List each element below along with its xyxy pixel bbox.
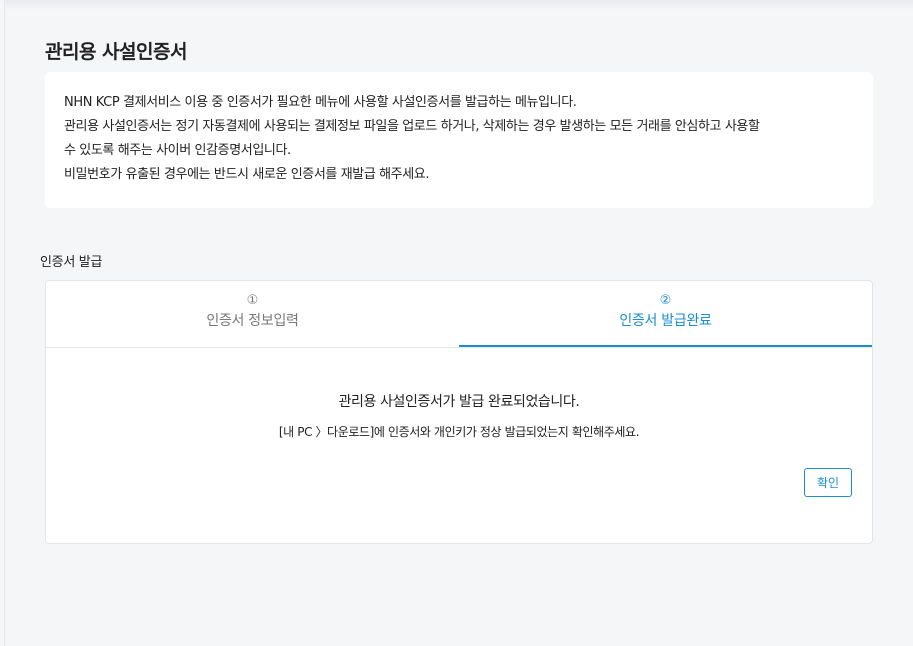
- info-line: 관리용 사설인증서는 정기 자동결제에 사용되는 결제정보 파일을 업로드 하거…: [64, 119, 760, 134]
- step-label: 인증서 정보입력: [206, 313, 299, 329]
- step-tabs: ① 인증서 정보입력 ② 인증서 발급완료: [46, 281, 872, 348]
- top-shadow: [5, 0, 913, 10]
- content-panel: 관리용 사설인증서 NHN KCP 결제서비스 이용 중 인증서가 필요한 메뉴…: [4, 0, 913, 646]
- section-label: 인증서 발급: [40, 255, 103, 270]
- result-message: 관리용 사설인증서가 발급 완료되었습니다.: [338, 394, 580, 410]
- step-label: 인증서 발급완료: [619, 313, 712, 329]
- info-line: 수 있도록 해주는 사이버 인감증명서입니다.: [64, 143, 291, 158]
- info-line: 비밀번호가 유출된 경우에는 반드시 새로운 인증서를 재발급 해주세요.: [64, 167, 430, 182]
- step-info-input: ① 인증서 정보입력: [46, 281, 459, 347]
- confirm-button[interactable]: 확인: [804, 468, 852, 497]
- info-line: NHN KCP 결제서비스 이용 중 인증서가 필요한 메뉴에 사용할 사설인증…: [64, 95, 577, 110]
- step-issue-complete: ② 인증서 발급완료: [459, 281, 872, 347]
- certificate-card: ① 인증서 정보입력 ② 인증서 발급완료 관리용 사설인증서가 발급 완료되었…: [45, 280, 873, 544]
- step-number: ①: [246, 293, 259, 308]
- info-box: NHN KCP 결제서비스 이용 중 인증서가 필요한 메뉴에 사용할 사설인증…: [45, 72, 873, 208]
- step-number: ②: [659, 293, 672, 308]
- page-title: 관리용 사설인증서: [45, 41, 187, 63]
- result-detail: [내 PC 〉다운로드]에 인증서와 개인키가 정상 발급되었는지 확인해주세요…: [278, 425, 640, 439]
